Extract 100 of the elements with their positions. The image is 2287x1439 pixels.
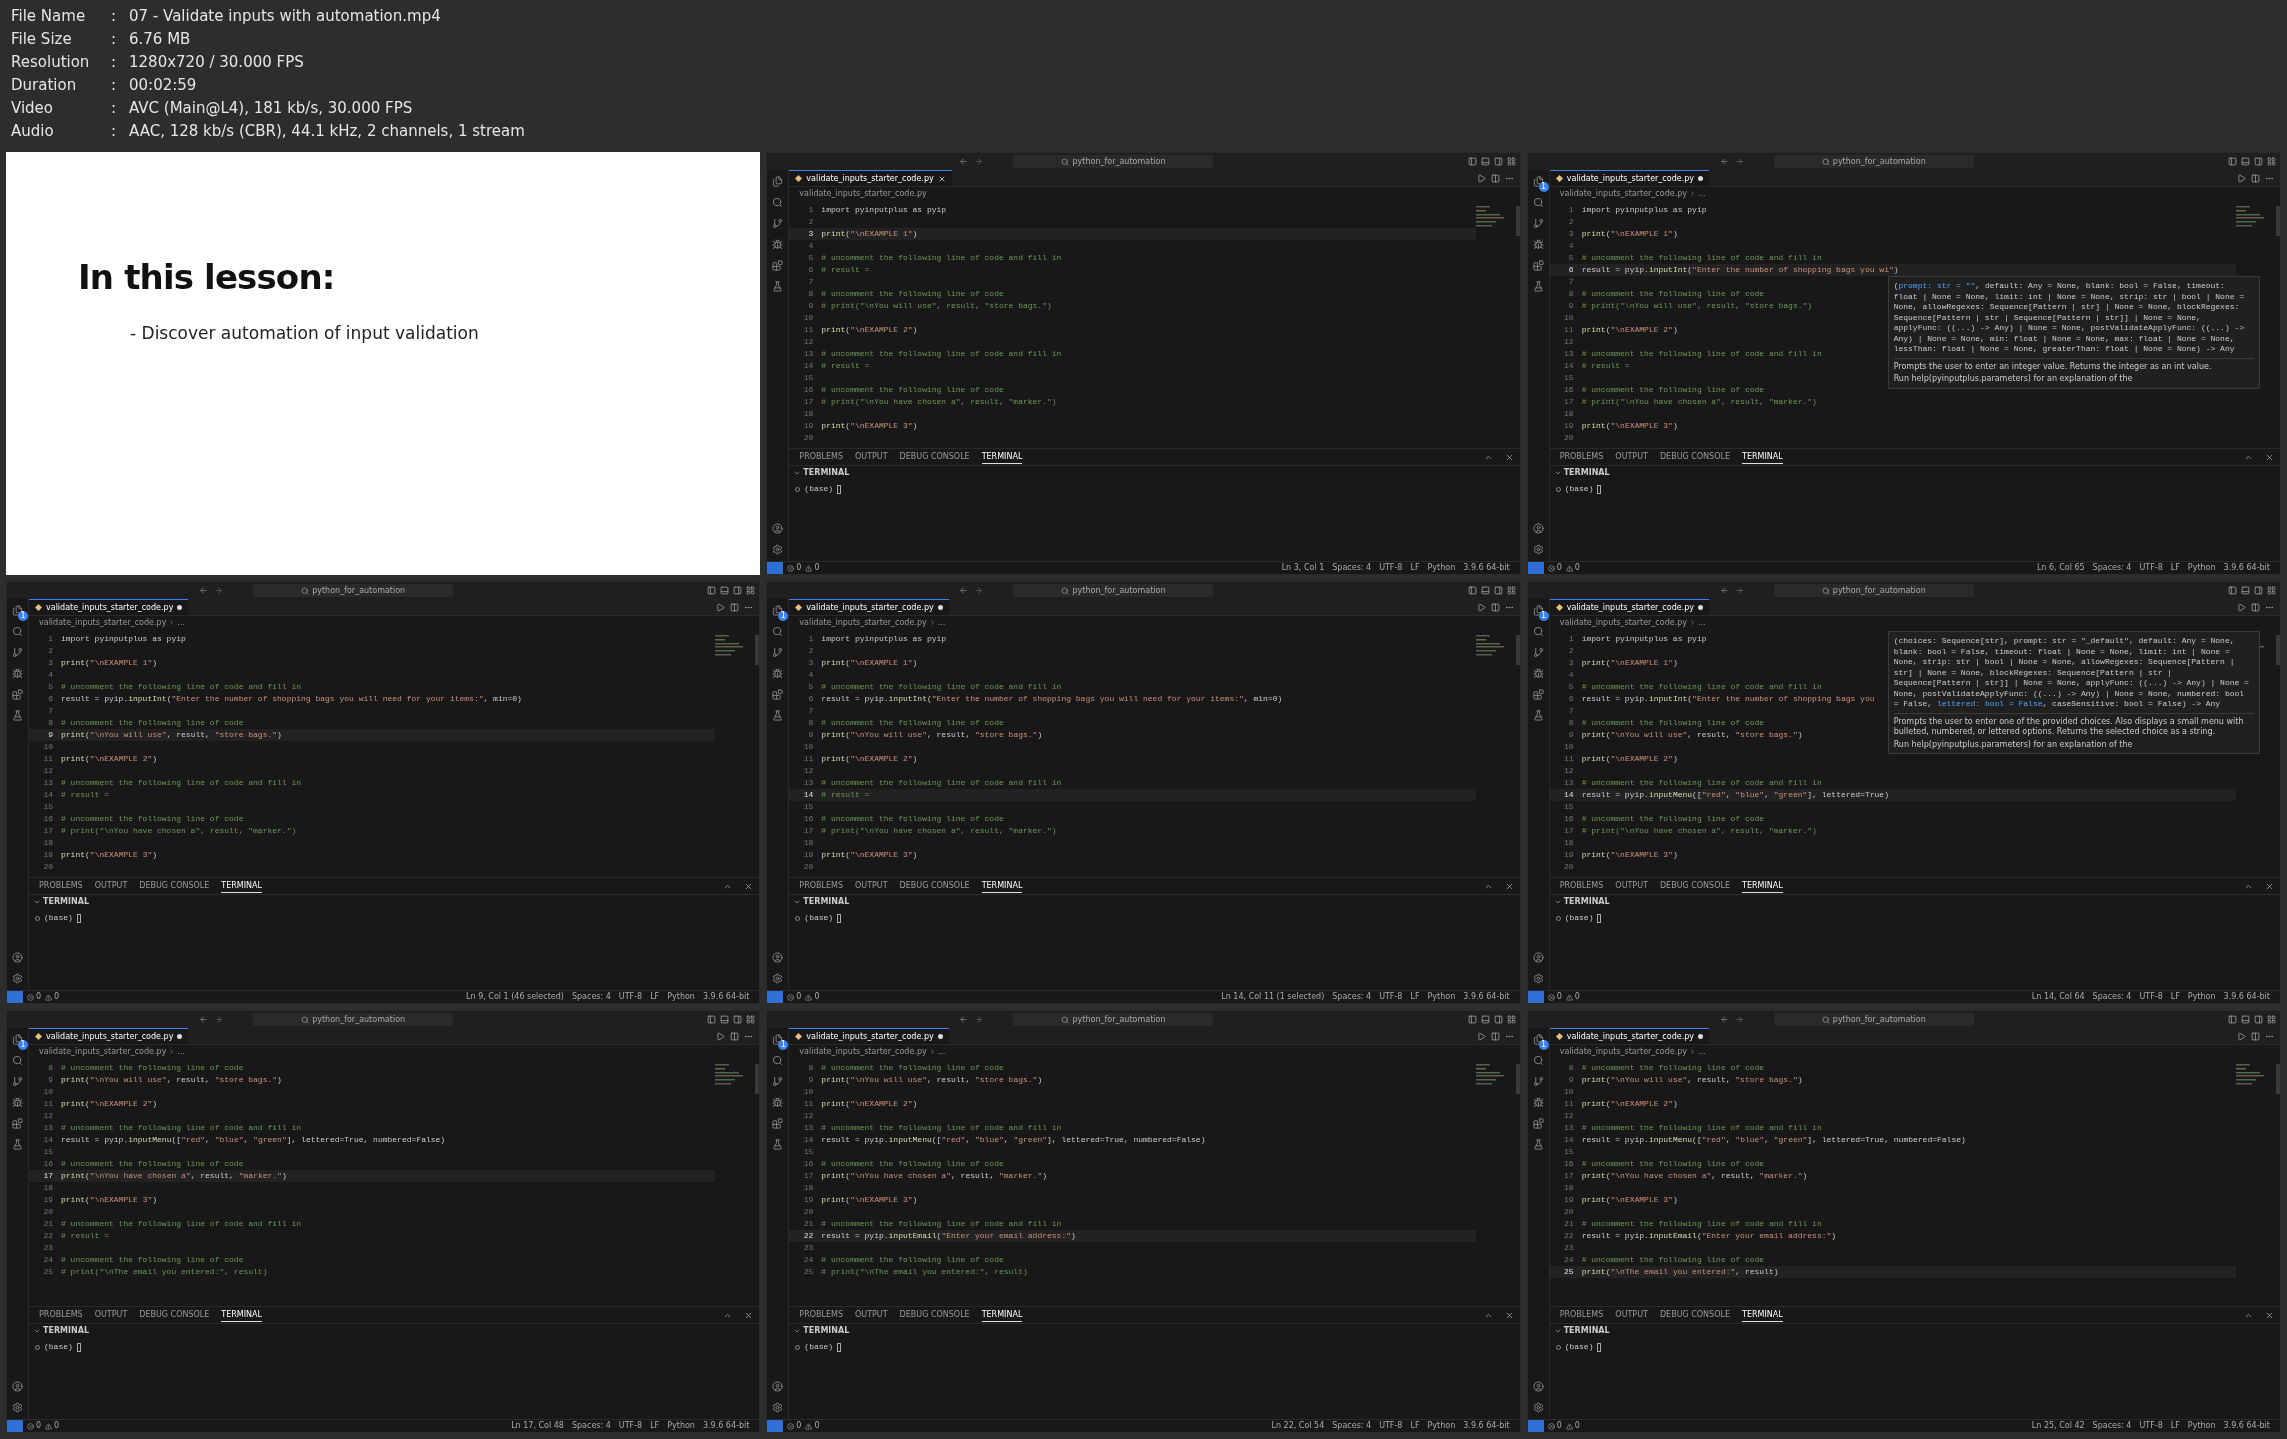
- settings-icon[interactable]: [1532, 1402, 1544, 1413]
- split-editor-icon[interactable]: [730, 1031, 740, 1041]
- panel-tab[interactable]: DEBUG CONSOLE: [899, 1309, 970, 1321]
- explorer-icon[interactable]: [1532, 1034, 1544, 1045]
- breadcrumb-item[interactable]: validate_inputs_starter_code.py: [799, 187, 927, 200]
- status-item[interactable]: LF: [2170, 562, 2180, 574]
- close-icon[interactable]: [2265, 1310, 2274, 1320]
- panel-toggle-icon[interactable]: [2241, 1015, 2250, 1024]
- breadcrumb-item[interactable]: ...: [937, 1045, 946, 1058]
- panel-tab[interactable]: DEBUG CONSOLE: [899, 880, 970, 892]
- command-search-field[interactable]: python_for_automation: [1013, 584, 1214, 597]
- problem-count[interactable]: 0: [805, 991, 820, 1003]
- forward-icon[interactable]: [974, 157, 984, 166]
- panel-toggle-icon[interactable]: [1480, 157, 1490, 166]
- panel-tab[interactable]: OUTPUT: [1615, 451, 1648, 463]
- panel-tab[interactable]: DEBUG CONSOLE: [899, 451, 970, 463]
- panel-tab[interactable]: OUTPUT: [855, 1309, 888, 1321]
- panel-tab[interactable]: DEBUG CONSOLE: [1659, 880, 1730, 892]
- extensions-icon[interactable]: [12, 689, 23, 700]
- close-icon[interactable]: [744, 881, 754, 891]
- panel-tab[interactable]: PROBLEMS: [799, 451, 843, 463]
- panel-tab[interactable]: OUTPUT: [1615, 1309, 1648, 1321]
- command-search-field[interactable]: python_for_automation: [1013, 1013, 1214, 1026]
- status-item[interactable]: UTF-8: [618, 1420, 643, 1432]
- status-item[interactable]: UTF-8: [1379, 1420, 1403, 1432]
- status-item[interactable]: Python: [2187, 991, 2216, 1003]
- sidebar-toggle-icon[interactable]: [2228, 586, 2237, 595]
- source-control-icon[interactable]: [12, 1076, 23, 1087]
- status-item[interactable]: 3.9.6 64-bit: [1463, 991, 1510, 1003]
- explorer-icon[interactable]: [12, 605, 23, 616]
- extensions-icon[interactable]: [772, 1118, 784, 1129]
- remote-indicator[interactable]: [1527, 1420, 1544, 1432]
- status-item[interactable]: Python: [667, 1420, 695, 1432]
- back-icon[interactable]: [1719, 1015, 1729, 1024]
- settings-icon[interactable]: [12, 973, 23, 984]
- status-item[interactable]: Ln 6, Col 65: [2036, 562, 2085, 574]
- source-control-icon[interactable]: [1532, 218, 1544, 229]
- breadcrumb-item[interactable]: ...: [1698, 1045, 1706, 1058]
- search-icon[interactable]: [12, 1055, 23, 1066]
- back-icon[interactable]: [199, 586, 209, 595]
- panel-tab[interactable]: OUTPUT: [855, 880, 888, 892]
- breadcrumb-item[interactable]: validate_inputs_starter_code.py: [1559, 616, 1687, 629]
- status-item[interactable]: UTF-8: [2139, 562, 2163, 574]
- file-tab[interactable]: validate_inputs_starter_code.py: [789, 170, 952, 186]
- layout-icon[interactable]: [746, 586, 756, 595]
- settings-icon[interactable]: [12, 1402, 23, 1413]
- problem-count[interactable]: 0: [787, 991, 802, 1003]
- layout-icon[interactable]: [2267, 157, 2276, 166]
- search-icon[interactable]: [772, 197, 784, 208]
- file-tab[interactable]: validate_inputs_starter_code.py: [1549, 599, 1709, 615]
- file-tab[interactable]: validate_inputs_starter_code.py: [29, 599, 189, 615]
- status-item[interactable]: Python: [1427, 562, 1456, 574]
- back-icon[interactable]: [959, 1015, 969, 1024]
- flask-icon[interactable]: [1532, 710, 1544, 721]
- close-icon[interactable]: [1504, 881, 1514, 891]
- source-control-icon[interactable]: [772, 218, 784, 229]
- search-icon[interactable]: [1532, 626, 1544, 637]
- panel-tab[interactable]: PROBLEMS: [799, 1309, 843, 1321]
- status-item[interactable]: Spaces: 4: [2092, 562, 2132, 574]
- status-item[interactable]: Spaces: 4: [571, 1420, 611, 1432]
- account-icon[interactable]: [12, 952, 23, 963]
- forward-icon[interactable]: [214, 586, 224, 595]
- command-search-field[interactable]: python_for_automation: [1773, 1013, 1974, 1026]
- split-editor-icon[interactable]: [1490, 173, 1500, 183]
- explorer-icon[interactable]: [12, 1034, 23, 1045]
- panel-toggle-icon[interactable]: [1480, 586, 1490, 595]
- split-editor-icon[interactable]: [2251, 173, 2260, 183]
- scrollbar-thumb[interactable]: [1515, 1064, 1520, 1094]
- settings-icon[interactable]: [1532, 544, 1544, 555]
- flask-icon[interactable]: [772, 1139, 784, 1150]
- file-tab[interactable]: validate_inputs_starter_code.py: [1549, 1028, 1709, 1044]
- panel-tab[interactable]: TERMINAL: [221, 879, 263, 893]
- forward-icon[interactable]: [214, 1015, 224, 1024]
- secondary-sidebar-icon[interactable]: [2254, 586, 2263, 595]
- source-control-icon[interactable]: [1532, 647, 1544, 658]
- sidebar-toggle-icon[interactable]: [1467, 1015, 1477, 1024]
- back-icon[interactable]: [1719, 586, 1729, 595]
- panel-tab[interactable]: TERMINAL: [1742, 1308, 1783, 1322]
- remote-indicator[interactable]: [1527, 562, 1544, 574]
- scrollbar-thumb[interactable]: [755, 635, 760, 665]
- file-tab[interactable]: validate_inputs_starter_code.py: [29, 1028, 189, 1044]
- close-icon[interactable]: [2265, 452, 2274, 462]
- command-search-field[interactable]: python_for_automation: [1773, 155, 1974, 168]
- sidebar-toggle-icon[interactable]: [1467, 157, 1477, 166]
- run-icon[interactable]: [2237, 173, 2246, 183]
- account-icon[interactable]: [12, 1381, 23, 1392]
- explorer-icon[interactable]: [772, 605, 784, 616]
- problem-count[interactable]: 0: [27, 991, 42, 1003]
- panel-toggle-icon[interactable]: [2241, 586, 2250, 595]
- panel-tab[interactable]: PROBLEMS: [1559, 880, 1604, 892]
- panel-tab[interactable]: OUTPUT: [855, 451, 888, 463]
- remote-indicator[interactable]: [767, 562, 784, 574]
- panel-tab[interactable]: TERMINAL: [1742, 450, 1783, 464]
- status-item[interactable]: Python: [2187, 562, 2216, 574]
- status-item[interactable]: LF: [1410, 991, 1420, 1003]
- problem-count[interactable]: 0: [787, 1420, 802, 1432]
- debug-icon[interactable]: [772, 668, 784, 679]
- extensions-icon[interactable]: [772, 260, 784, 271]
- close-icon[interactable]: [1504, 452, 1514, 462]
- problem-count[interactable]: 0: [805, 562, 820, 574]
